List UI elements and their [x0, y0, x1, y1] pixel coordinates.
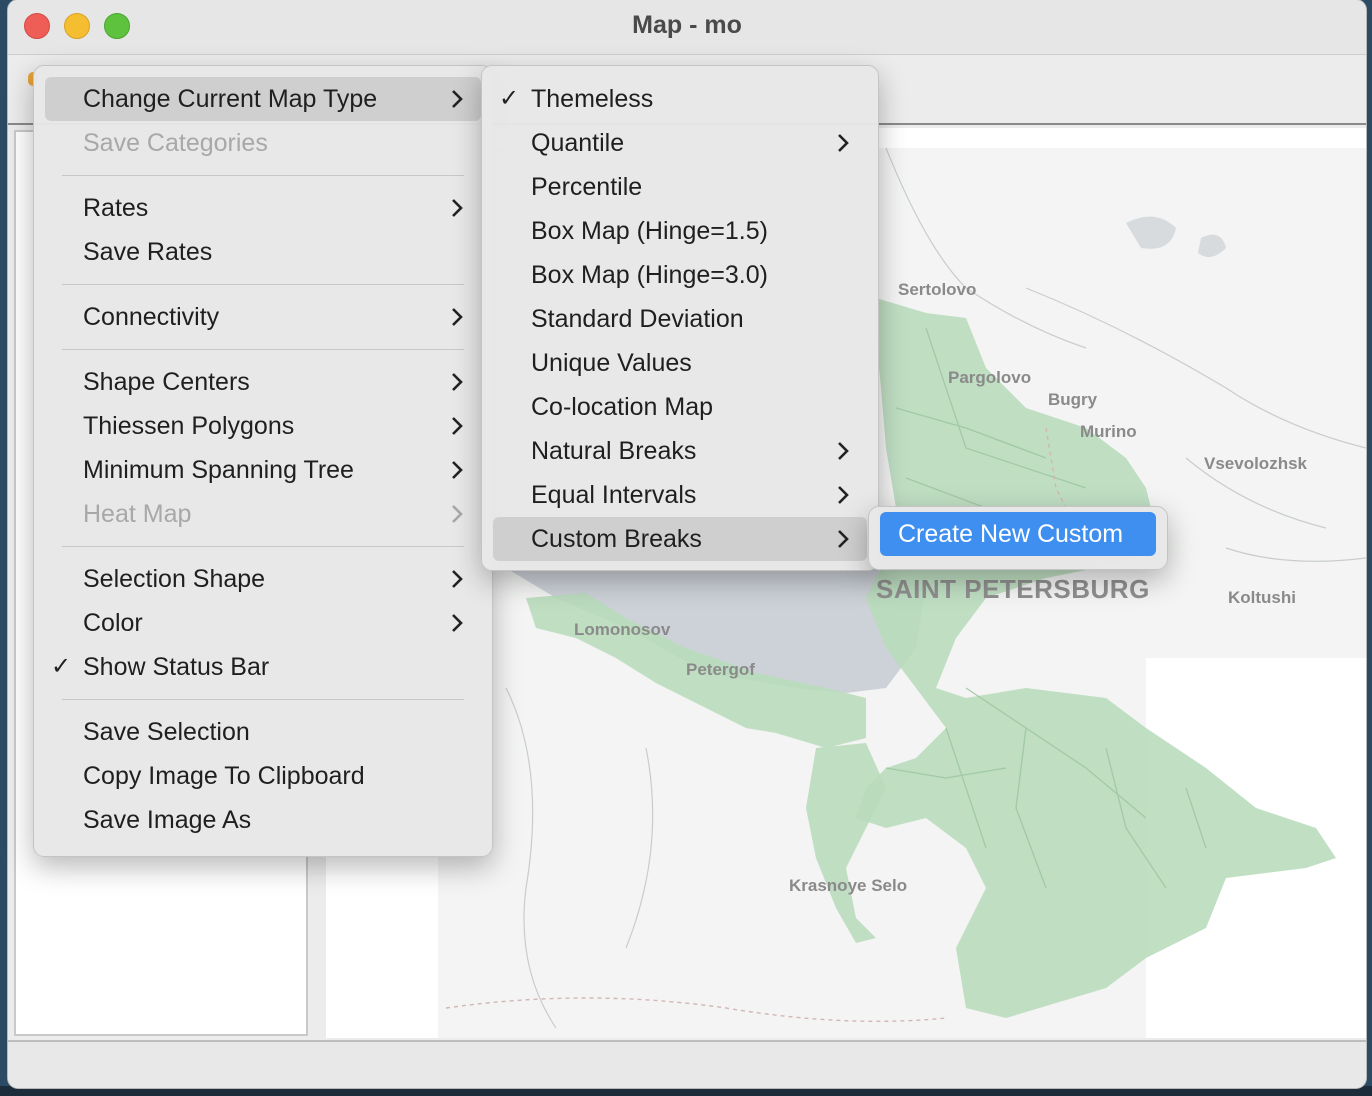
place-label-pargolovo: Pargolovo [948, 368, 1032, 387]
chevron-right-icon [838, 486, 849, 504]
place-label-petergof: Petergof [686, 660, 755, 679]
menu-item-custom-breaks[interactable]: Custom Breaks [493, 517, 867, 561]
chevron-right-icon [838, 530, 849, 548]
menu-item-label: Thiessen Polygons [83, 412, 295, 440]
menu-item-label: Heat Map [83, 500, 192, 528]
menu-item-box-map-3-0[interactable]: Box Map (Hinge=3.0) [493, 253, 867, 297]
chevron-right-icon [452, 505, 463, 523]
menu-item-label: Quantile [531, 129, 625, 157]
chevron-right-icon [452, 308, 463, 326]
chevron-right-icon [452, 373, 463, 391]
place-label-murino: Murino [1080, 422, 1137, 441]
menu-item-thiessen-polygons[interactable]: Thiessen Polygons [45, 404, 481, 448]
menu-separator [62, 175, 464, 176]
menu-item-heat-map[interactable]: Heat Map [45, 492, 481, 536]
menu-item-label: Unique Values [531, 349, 692, 377]
menu-separator [62, 349, 464, 350]
menu-item-change-map-type[interactable]: Change Current Map Type [45, 77, 481, 121]
menu-item-color[interactable]: Color [45, 601, 481, 645]
chevron-right-icon [452, 90, 463, 108]
menu-item-label: Co-location Map [531, 393, 714, 421]
menu-item-label: Save Rates [83, 238, 213, 266]
chevron-right-icon [452, 614, 463, 632]
menu-item-save-image-as[interactable]: Save Image As [45, 798, 481, 842]
menu-item-minimum-spanning-tree[interactable]: Minimum Spanning Tree [45, 448, 481, 492]
menu-item-percentile[interactable]: Percentile [493, 165, 867, 209]
menu-item-label: Change Current Map Type [83, 85, 378, 113]
chevron-right-icon [452, 461, 463, 479]
menu-item-unique-values[interactable]: Unique Values [493, 341, 867, 385]
chevron-right-icon [452, 199, 463, 217]
menu-item-label: Selection Shape [83, 565, 266, 593]
menu-item-rates[interactable]: Rates [45, 186, 481, 230]
place-label-saint-petersburg: SAINT PETERSBURG [876, 574, 1150, 604]
menu-item-label: Create New Custom [898, 520, 1124, 548]
status-bar [8, 1040, 1366, 1088]
menu-item-quantile[interactable]: Quantile [493, 121, 867, 165]
check-icon: ✓ [51, 653, 72, 680]
menu-item-label: Color [83, 609, 143, 637]
menu-item-co-location-map[interactable]: Co-location Map [493, 385, 867, 429]
menu-item-label: Show Status Bar [83, 653, 270, 681]
menu-separator [62, 546, 464, 547]
menu-item-label: Equal Intervals [531, 481, 697, 509]
place-label-sertolovo: Sertolovo [898, 280, 977, 299]
menu-item-label: Connectivity [83, 303, 220, 331]
menu-item-label: Rates [83, 194, 149, 222]
place-label-koltushi: Koltushi [1228, 588, 1296, 607]
menu-item-save-categories[interactable]: Save Categories [45, 121, 481, 165]
menu-item-themeless[interactable]: ✓ Themeless [493, 77, 867, 121]
menu-item-label: Save Selection [83, 718, 250, 746]
menu-item-label: Shape Centers [83, 368, 250, 396]
map-context-menu: Change Current Map Type Save Categories … [33, 65, 493, 857]
chevron-right-icon [452, 417, 463, 435]
menu-item-label: Save Image As [83, 806, 252, 834]
menu-item-label: Copy Image To Clipboard [83, 762, 365, 790]
menu-item-create-new-custom[interactable]: Create New Custom [880, 512, 1156, 556]
menu-item-show-status-bar[interactable]: ✓ Show Status Bar [45, 645, 481, 689]
menu-separator [62, 699, 464, 700]
menu-item-label: Themeless [531, 85, 654, 113]
menu-item-label: Save Categories [83, 129, 268, 157]
place-label-krasnoye-selo: Krasnoye Selo [789, 876, 908, 895]
menu-item-copy-image[interactable]: Copy Image To Clipboard [45, 754, 481, 798]
chevron-right-icon [838, 442, 849, 460]
chevron-right-icon [452, 570, 463, 588]
menu-item-label: Percentile [531, 173, 643, 201]
menu-item-label: Box Map (Hinge=1.5) [531, 217, 768, 245]
title-bar: Map - mo [8, 0, 1366, 55]
place-label-vsevolozhsk: Vsevolozhsk [1204, 454, 1307, 473]
window-title: Map - mo [632, 11, 742, 39]
chevron-right-icon [838, 134, 849, 152]
menu-item-natural-breaks[interactable]: Natural Breaks [493, 429, 867, 473]
custom-breaks-submenu: Create New Custom [868, 506, 1168, 570]
menu-item-label: Box Map (Hinge=3.0) [531, 261, 768, 289]
menu-item-label: Minimum Spanning Tree [83, 456, 354, 484]
menu-item-box-map-1-5[interactable]: Box Map (Hinge=1.5) [493, 209, 867, 253]
menu-item-label: Natural Breaks [531, 437, 697, 465]
menu-item-save-rates[interactable]: Save Rates [45, 230, 481, 274]
place-label-bugry: Bugry [1048, 390, 1098, 409]
menu-item-selection-shape[interactable]: Selection Shape [45, 557, 481, 601]
menu-item-save-selection[interactable]: Save Selection [45, 710, 481, 754]
menu-item-equal-intervals[interactable]: Equal Intervals [493, 473, 867, 517]
menu-item-label: Standard Deviation [531, 305, 744, 333]
map-type-submenu: ✓ Themeless Quantile Percentile Box Map … [481, 65, 879, 571]
place-label-lomonosov: Lomonosov [574, 620, 671, 639]
menu-item-connectivity[interactable]: Connectivity [45, 295, 481, 339]
check-icon: ✓ [499, 85, 520, 112]
menu-item-shape-centers[interactable]: Shape Centers [45, 360, 481, 404]
menu-separator [62, 284, 464, 285]
menu-item-standard-deviation[interactable]: Standard Deviation [493, 297, 867, 341]
menu-item-label: Custom Breaks [531, 525, 702, 553]
